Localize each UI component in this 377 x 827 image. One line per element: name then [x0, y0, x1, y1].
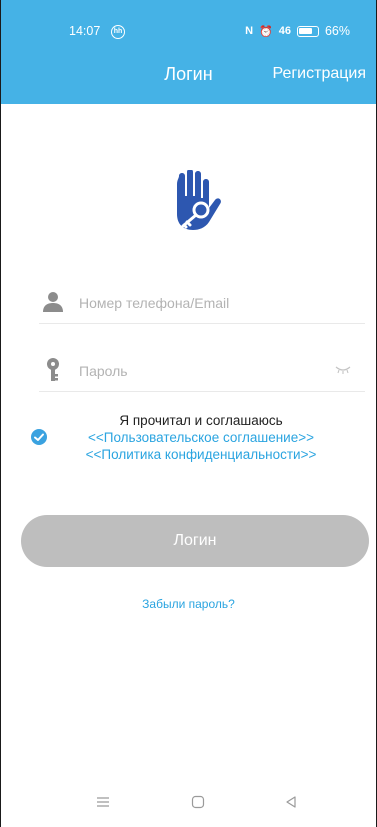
password-input[interactable] — [79, 354, 319, 388]
password-field — [39, 352, 365, 392]
signal-icon: 46 — [278, 25, 291, 37]
phone-email-input[interactable] — [79, 286, 319, 320]
login-button[interactable]: Логин — [21, 515, 369, 567]
status-bar: 14:07 hh N ⏰ 46 66% — [1, 24, 376, 42]
battery-percent: 66% — [324, 24, 350, 38]
check-icon — [34, 433, 44, 441]
key-icon — [47, 358, 59, 381]
nfc-icon: N — [245, 25, 254, 37]
battery-icon — [296, 25, 319, 37]
system-nav-bar — [1, 791, 376, 827]
phone-screen: 14:07 hh N ⏰ 46 66% Логин Регистрация Но… — [0, 0, 377, 827]
status-time: 14:07 — [69, 24, 101, 38]
phone-email-field — [39, 284, 365, 324]
privacy-policy-link[interactable]: <<Политика конфиденциальности>> — [56, 447, 346, 462]
back-icon[interactable] — [284, 795, 298, 809]
status-indicator-icon: hh — [111, 25, 125, 39]
forgot-password-link[interactable]: Забыли пароль? — [1, 597, 376, 611]
status-icons: N ⏰ 46 66% — [245, 24, 350, 38]
user-icon — [43, 292, 63, 312]
user-agreement-link[interactable]: <<Пользовательское соглашение>> — [56, 430, 346, 445]
app-header: 14:07 hh N ⏰ 46 66% Логин Регистрация — [1, 0, 376, 104]
agreement-text: Я прочитал и соглашаюсь — [119, 413, 283, 428]
menu-icon[interactable] — [96, 795, 110, 809]
eye-closed-icon[interactable] — [335, 365, 351, 375]
hand-key-logo-icon — [177, 170, 221, 230]
register-link[interactable]: Регистрация — [272, 65, 366, 83]
alarm-icon: ⏰ — [259, 25, 273, 38]
agreement-checkbox[interactable] — [31, 429, 47, 445]
home-icon[interactable] — [191, 795, 205, 809]
